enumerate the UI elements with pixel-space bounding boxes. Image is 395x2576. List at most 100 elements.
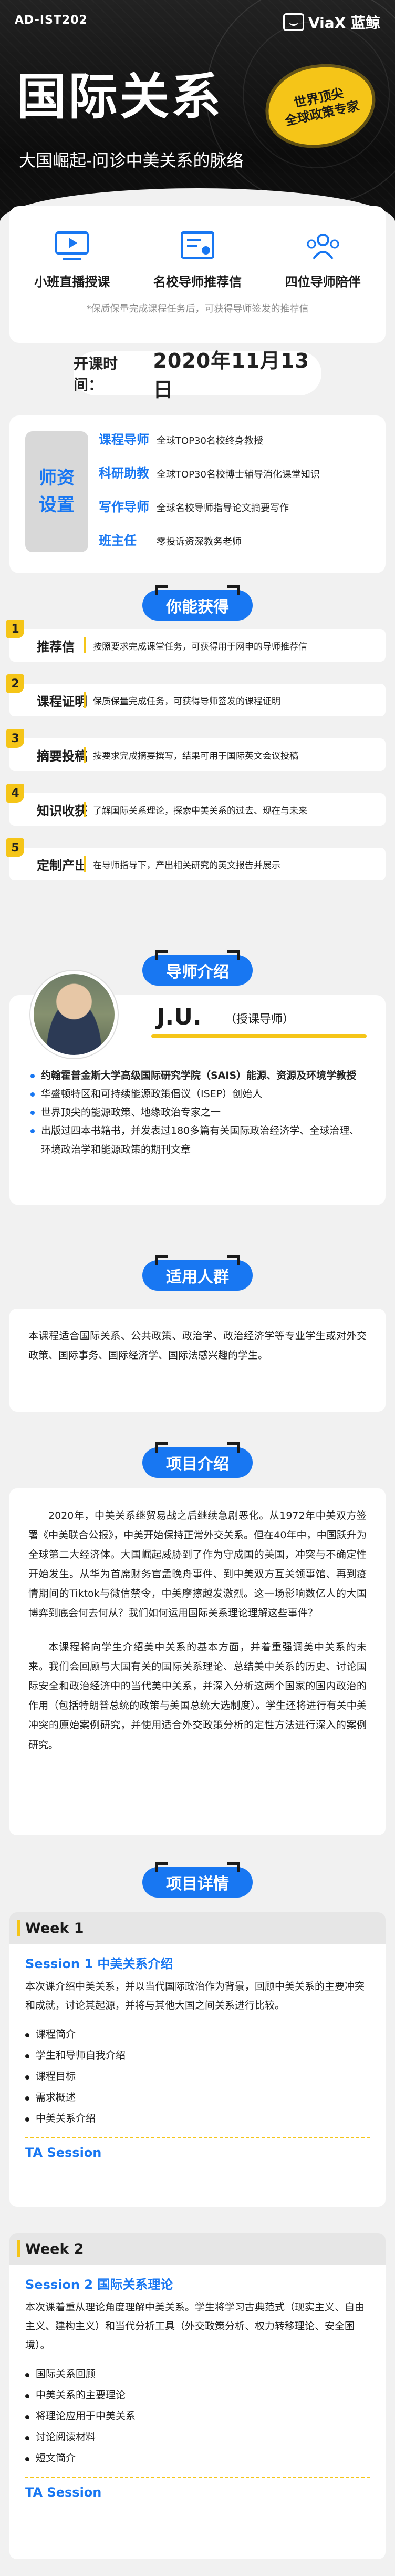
faculty-row: 班主任 零投诉资深教务老师 [99, 530, 320, 564]
faculty-row: 科研助教 全球TOP30名校博士辅导消化课堂知识 [99, 463, 320, 496]
faculty-role: 科研助教 [99, 466, 149, 481]
faculty-role: 课程导师 [99, 432, 149, 447]
tutor-bio-list: 约翰霍普金斯大学高级国际研究学院（SAIS）能源、资源及环境学教授 华盛顿特区和… [30, 1067, 367, 1159]
week-label: Week 1 [25, 1920, 84, 1936]
session-topic: 中美关系的主要理论 [25, 2385, 370, 2406]
faculty-heading-line-2: 设置 [39, 494, 75, 515]
feature-label: 四位导师陪伴 [285, 275, 361, 289]
bracket-right-icon [227, 1862, 240, 1872]
features-note: *保质保量完成课程任务后，可获得导师签发的推荐信 [86, 303, 309, 315]
gain-item: 1 推荐信 按照要求完成课堂任务，可获得用于网申的导师推荐信 [6, 620, 386, 662]
tutor-bio-item: 华盛顿特区和可持续能源政策倡议（ISEP）创始人 [30, 1085, 367, 1103]
gain-desc: 按要求完成摘要撰写，结果可用于国际英文会议投稿 [93, 751, 298, 762]
project-paragraph-2: 本课程将向学生介绍美中关系的基本方面，并着重强调美中关系的未来。我们会回顾与大国… [28, 1641, 367, 1751]
tutor-name: J.U. [157, 1003, 202, 1030]
faculty-desc: 全球TOP30名校博士辅导消化课堂知识 [157, 469, 320, 480]
gain-title: 定制产出 [37, 858, 87, 873]
page-subtitle: 大国崛起-问诊中美关系的脉络 [19, 150, 244, 170]
hero-banner: AD-IST202 ViaX 蓝鲸 国际关系 世界顶尖 全球政策专家 大国崛起-… [0, 0, 395, 221]
gain-number: 3 [6, 729, 24, 748]
faculty-heading-line-1: 师资 [39, 468, 75, 489]
tutor-bio-item: 约翰霍普金斯大学高级国际研究学院（SAIS）能源、资源及环境学教授 [30, 1067, 367, 1085]
ta-session-label: TA Session [25, 2145, 102, 2160]
faculty-list: 课程导师 全球TOP30名校终身教授 科研助教 全球TOP30名校博士辅导消化课… [99, 429, 320, 564]
group-icon [304, 229, 342, 263]
faculty-row: 课程导师 全球TOP30名校终身教授 [99, 429, 320, 463]
gain-divider [84, 856, 86, 872]
faculty-desc: 全球TOP30名校终身教授 [157, 435, 263, 447]
gain-item: 3 摘要投稿 按要求完成摘要撰写，结果可用于国际英文会议投稿 [6, 729, 386, 771]
session-topic: 讨论阅读材料 [25, 2427, 370, 2448]
tutor-bio-item: 出版过四本书籍书，并发表过180多篇有关国际政治经济学、全球治理、环境政治学和能… [30, 1122, 367, 1159]
section-title: 项目详情 [166, 1875, 229, 1893]
bracket-left-icon [155, 950, 168, 960]
start-date-bar: 开课时间： 2020年11月13日 [74, 349, 321, 401]
bracket-left-icon [155, 1255, 168, 1265]
gain-title: 课程证明 [37, 694, 87, 709]
tutor-bio-item: 世界顶尖的能源政策、地缘政治专家之一 [30, 1103, 367, 1122]
gain-desc: 在导师指导下，产出相关研究的英文报告并展示 [93, 860, 280, 871]
session-title: Session 2 国际关系理论 [25, 2277, 173, 2292]
feature-four-tutors: 四位导师陪伴 [271, 229, 376, 290]
gain-desc: 了解国际关系理论，探索中美关系的过去、现在与未来 [93, 805, 307, 816]
logo-text: ViaX 蓝鲸 [308, 14, 380, 32]
faculty-desc: 全球名校导师指导论文摘要写作 [157, 503, 289, 514]
feature-label: 名校导师推荐信 [153, 275, 242, 289]
session-topic: 中美关系介绍 [25, 2108, 370, 2129]
feature-live-class: 小班直播授课 [19, 229, 124, 290]
week-label: Week 2 [25, 2240, 84, 2257]
week-accent-bar [17, 2240, 20, 2257]
faculty-role: 班主任 [99, 533, 137, 548]
gain-divider [84, 747, 86, 763]
dashed-divider [25, 2136, 370, 2138]
session-desc: 本次课介绍中美关系，并以当代国际政治作为背景，回顾中美关系的主要冲突和成就，讨论… [25, 1981, 365, 2012]
session-topic: 将理论应用于中美关系 [25, 2406, 370, 2427]
project-card: 2020年，中美关系继贸易战之后继续急剧恶化。从1972年中美双方签署《中美联合… [9, 1488, 386, 1835]
faculty-role: 写作导师 [99, 500, 149, 514]
feature-recommendation: 名校导师推荐信 [145, 229, 250, 290]
bracket-left-icon [155, 1862, 168, 1872]
audience-text: 本课程适合国际关系、公共政策、政治学、政治经济学等专业学生或对外交政策、国际事务… [28, 1330, 367, 1362]
session-topic: 国际关系回顾 [25, 2364, 370, 2385]
section-title: 你能获得 [166, 598, 229, 616]
bracket-left-icon [155, 1442, 168, 1453]
week-card-1: Week 1 Session 1 中美关系介绍 本次课介绍中美关系，并以当代国际… [9, 1912, 386, 2207]
gain-divider [84, 637, 86, 653]
session-topic: 课程简介 [25, 2024, 370, 2045]
bracket-right-icon [227, 585, 240, 595]
gain-divider [84, 802, 86, 817]
course-code: AD-IST202 [15, 14, 88, 27]
section-title: 项目介绍 [166, 1455, 229, 1474]
bracket-right-icon [227, 1255, 240, 1265]
gain-divider [84, 692, 86, 708]
gain-item: 4 知识收获 了解国际关系理论，探索中美关系的过去、现在与未来 [6, 784, 386, 826]
week-accent-bar [17, 1920, 20, 1936]
gain-item: 2 课程证明 保质保量完成任务，可获得导师签发的课程证明 [6, 674, 386, 716]
session-topic: 学生和导师自我介绍 [25, 2045, 370, 2066]
session-topic: 短文简介 [25, 2448, 370, 2469]
tutor-avatar [30, 971, 118, 1058]
dashed-divider [25, 2476, 370, 2478]
brand-logo: ViaX 蓝鲸 [283, 12, 380, 33]
week-header: Week 1 [9, 1912, 386, 1944]
project-paragraph-1: 2020年，中美关系继贸易战之后继续急剧恶化。从1972年中美双方签署《中美联合… [28, 1510, 367, 1619]
section-header-audience: 适用人群 [142, 1255, 253, 1291]
gain-number: 2 [6, 674, 24, 693]
tutor-role: （授课导师） [225, 1013, 295, 1026]
bracket-right-icon [227, 1442, 240, 1453]
gain-item: 5 定制产出 在导师指导下，产出相关研究的英文报告并展示 [6, 838, 386, 880]
page: AD-IST202 ViaX 蓝鲸 国际关系 世界顶尖 全球政策专家 大国崛起-… [0, 0, 395, 2576]
gain-desc: 按照要求完成课堂任务，可获得用于网申的导师推荐信 [93, 641, 307, 652]
bracket-right-icon [227, 950, 240, 960]
gain-title: 知识收获 [37, 803, 87, 818]
tutor-card: J.U. （授课导师） 约翰霍普金斯大学高级国际研究学院（SAIS）能源、资源及… [9, 971, 386, 1205]
tutor-underline [151, 1034, 367, 1038]
gain-number: 1 [6, 620, 24, 638]
features-card: 小班直播授课 名校导师推荐信 四位导师陪伴 *保质保量完成课程任务后，可获得导师… [9, 206, 386, 343]
page-title: 国际关系 [17, 68, 223, 126]
session-desc: 本次课着重从理论角度理解中美关系。学生将学习古典范式（现实主义、自由主义、建构主… [25, 2301, 365, 2351]
certificate-icon [179, 229, 216, 263]
video-icon [53, 229, 91, 263]
start-date-value: 2020年11月13日 [153, 349, 309, 401]
gain-title: 推荐信 [37, 639, 75, 654]
